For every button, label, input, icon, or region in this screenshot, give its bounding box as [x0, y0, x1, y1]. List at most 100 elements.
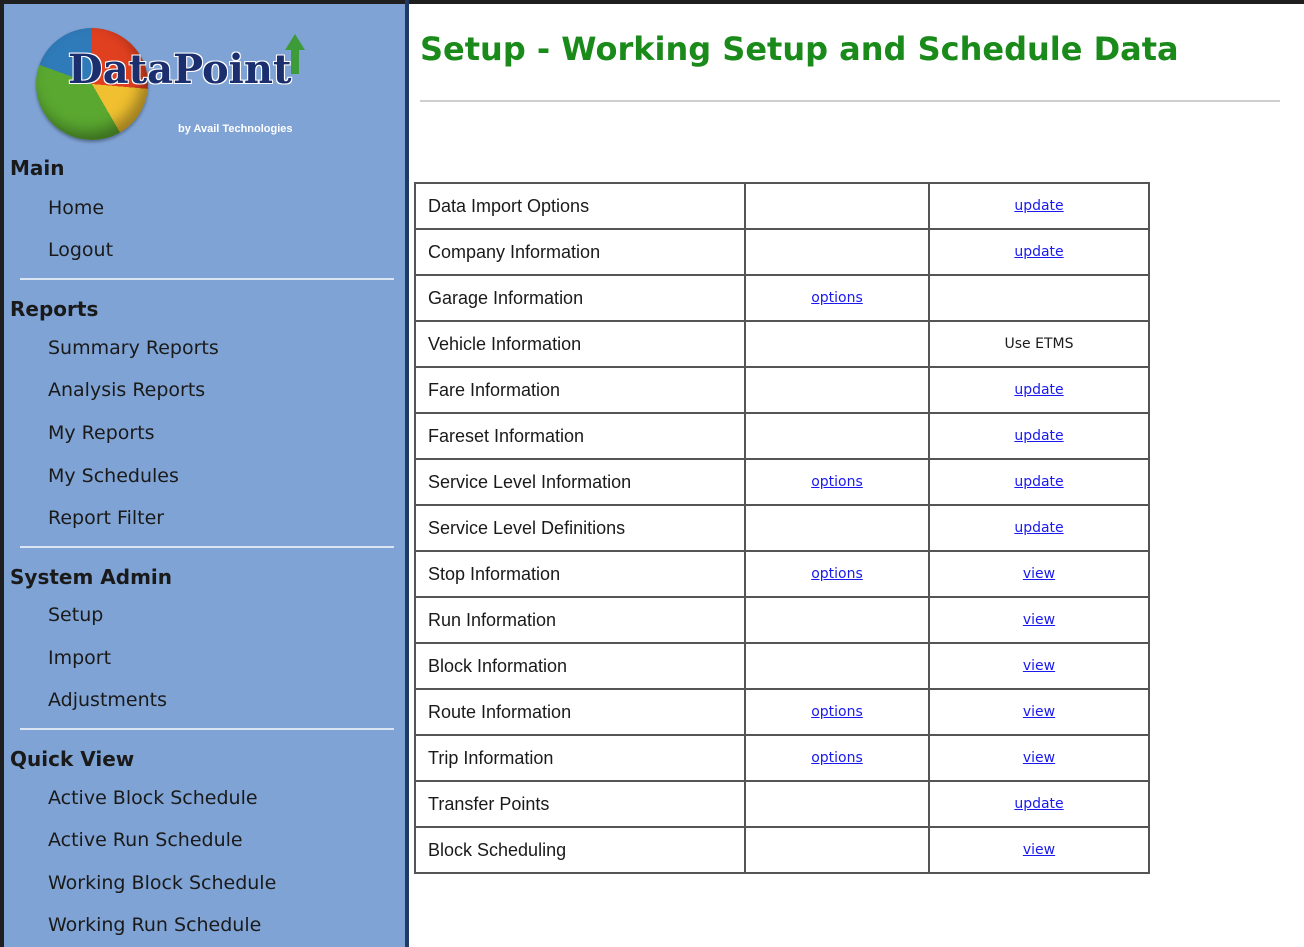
table-row: Stop Information options view — [414, 550, 1150, 598]
update-link[interactable]: update — [1014, 520, 1063, 536]
row-label: Stop Information — [414, 550, 746, 598]
action-cell: update — [928, 228, 1150, 276]
view-link[interactable]: view — [1023, 566, 1055, 582]
table-row: Company Information update — [414, 228, 1150, 276]
nav-heading-reports: Reports — [10, 297, 99, 321]
row-label: Company Information — [414, 228, 746, 276]
sidebar-item-setup[interactable]: Setup — [48, 604, 103, 626]
update-link[interactable]: update — [1014, 382, 1063, 398]
logo-arrow-stem — [291, 48, 299, 74]
nav-heading-quick-view: Quick View — [10, 747, 135, 771]
sidebar-item-import[interactable]: Import — [48, 647, 111, 669]
view-link[interactable]: view — [1023, 750, 1055, 766]
table-row: Fareset Information update — [414, 412, 1150, 460]
options-cell — [744, 182, 930, 230]
action-cell: update — [928, 182, 1150, 230]
options-cell — [744, 412, 930, 460]
options-cell — [744, 642, 930, 690]
sidebar-item-adjustments[interactable]: Adjustments — [48, 689, 167, 711]
view-link[interactable]: view — [1023, 704, 1055, 720]
options-cell — [744, 596, 930, 644]
nav-heading-system-admin: System Admin — [10, 565, 173, 589]
table-row: Service Level Definitions update — [414, 504, 1150, 552]
options-cell: options — [744, 688, 930, 736]
title-divider — [420, 100, 1280, 102]
row-label: Data Import Options — [414, 182, 746, 230]
action-cell: view — [928, 596, 1150, 644]
row-label: Trip Information — [414, 734, 746, 782]
nav-divider — [20, 546, 394, 548]
sidebar-item-summary-reports[interactable]: Summary Reports — [48, 337, 219, 359]
options-cell — [744, 320, 930, 368]
options-cell — [744, 504, 930, 552]
options-cell: options — [744, 734, 930, 782]
sidebar-item-report-filter[interactable]: Report Filter — [48, 507, 164, 529]
row-label: Fareset Information — [414, 412, 746, 460]
row-label: Transfer Points — [414, 780, 746, 828]
options-cell — [744, 228, 930, 276]
sidebar: DataPoint by Avail Technologies Main Hom… — [4, 4, 405, 947]
options-link[interactable]: options — [811, 474, 863, 490]
sidebar-item-working-run-schedule[interactable]: Working Run Schedule — [48, 914, 261, 936]
action-cell: view — [928, 642, 1150, 690]
sidebar-item-working-block-schedule[interactable]: Working Block Schedule — [48, 872, 276, 894]
row-label: Fare Information — [414, 366, 746, 414]
sidebar-item-home[interactable]: Home — [48, 197, 104, 219]
action-cell: update — [928, 504, 1150, 552]
options-link[interactable]: options — [811, 290, 863, 306]
update-link[interactable]: update — [1014, 474, 1063, 490]
table-row: Service Level Information options update — [414, 458, 1150, 506]
table-row: Fare Information update — [414, 366, 1150, 414]
update-link[interactable]: update — [1014, 796, 1063, 812]
row-label: Block Scheduling — [414, 826, 746, 874]
table-row: Route Information options view — [414, 688, 1150, 736]
view-link[interactable]: view — [1023, 842, 1055, 858]
logo-tagline: by Avail Technologies — [178, 123, 293, 135]
datapoint-logo[interactable]: DataPoint by Avail Technologies — [32, 26, 354, 142]
view-link[interactable]: view — [1023, 658, 1055, 674]
options-link[interactable]: options — [811, 750, 863, 766]
update-link[interactable]: update — [1014, 428, 1063, 444]
action-cell: Use ETMS — [928, 320, 1150, 368]
view-link[interactable]: view — [1023, 612, 1055, 628]
row-label: Run Information — [414, 596, 746, 644]
row-label: Vehicle Information — [414, 320, 746, 368]
sidebar-edge — [405, 0, 409, 947]
options-link[interactable]: options — [811, 704, 863, 720]
row-label: Service Level Information — [414, 458, 746, 506]
options-cell: options — [744, 274, 930, 322]
update-link[interactable]: update — [1014, 244, 1063, 260]
table-row: Garage Information options — [414, 274, 1150, 322]
options-cell: options — [744, 550, 930, 598]
table-row: Trip Information options view — [414, 734, 1150, 782]
sidebar-item-my-reports[interactable]: My Reports — [48, 422, 155, 444]
action-text: Use ETMS — [1004, 336, 1074, 352]
page-title: Setup - Working Setup and Schedule Data — [420, 30, 1179, 68]
table-row: Data Import Options update — [414, 182, 1150, 230]
nav-divider — [20, 728, 394, 730]
sidebar-item-logout[interactable]: Logout — [48, 239, 113, 261]
table-row: Block Scheduling view — [414, 826, 1150, 874]
row-label: Block Information — [414, 642, 746, 690]
options-link[interactable]: options — [811, 566, 863, 582]
update-link[interactable]: update — [1014, 198, 1063, 214]
sidebar-item-active-run-schedule[interactable]: Active Run Schedule — [48, 829, 243, 851]
action-cell: view — [928, 734, 1150, 782]
options-cell: options — [744, 458, 930, 506]
row-label: Route Information — [414, 688, 746, 736]
sidebar-item-analysis-reports[interactable]: Analysis Reports — [48, 379, 205, 401]
action-cell — [928, 274, 1150, 322]
action-cell: update — [928, 412, 1150, 460]
options-cell — [744, 780, 930, 828]
sidebar-item-my-schedules[interactable]: My Schedules — [48, 465, 179, 487]
action-cell: update — [928, 458, 1150, 506]
logo-name: DataPoint — [68, 46, 292, 93]
row-label: Garage Information — [414, 274, 746, 322]
table-row: Run Information view — [414, 596, 1150, 644]
action-cell: view — [928, 688, 1150, 736]
table-row: Vehicle Information Use ETMS — [414, 320, 1150, 368]
options-cell — [744, 826, 930, 874]
action-cell: update — [928, 780, 1150, 828]
table-row: Transfer Points update — [414, 780, 1150, 828]
sidebar-item-active-block-schedule[interactable]: Active Block Schedule — [48, 787, 258, 809]
